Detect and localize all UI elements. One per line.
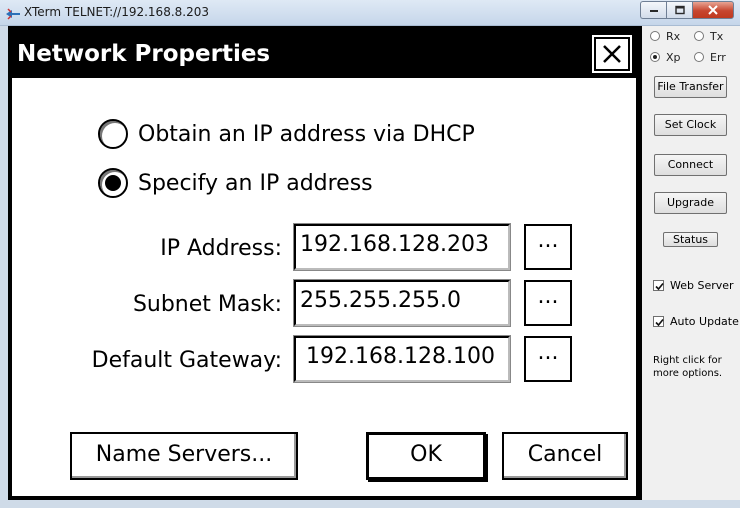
xp-radio[interactable] xyxy=(650,52,660,62)
set-clock-button[interactable]: Set Clock xyxy=(654,114,727,136)
subnet-mask-browse-button[interactable]: ... xyxy=(524,280,572,326)
default-gateway-browse-button[interactable]: ... xyxy=(524,336,572,382)
rx-label: Rx xyxy=(666,29,681,43)
ip-address-browse-button[interactable]: ... xyxy=(524,224,572,270)
ip-address-label: IP Address: xyxy=(160,236,282,261)
close-icon xyxy=(708,5,718,15)
window-close-button[interactable] xyxy=(692,1,734,19)
right-click-hint: Right click for more options. xyxy=(653,355,723,379)
window-titlebar[interactable]: XTerm TELNET://192.168.8.203 xyxy=(0,0,740,26)
xp-label: Xp xyxy=(666,50,681,64)
status-button[interactable]: Status xyxy=(663,232,718,247)
auto-update-checkbox[interactable] xyxy=(653,315,664,327)
tx-radio[interactable] xyxy=(694,31,704,41)
dhcp-option[interactable]: Obtain an IP address via DHCP xyxy=(98,117,475,151)
minimize-icon xyxy=(649,10,658,12)
rx-indicator[interactable]: Rx xyxy=(650,29,680,43)
tx-label: Tx xyxy=(710,29,724,43)
err-indicator[interactable]: Err xyxy=(694,50,726,64)
cancel-button[interactable]: Cancel xyxy=(502,432,628,480)
network-properties-dialog: Network Properties Obtain an IP address … xyxy=(10,28,638,498)
name-servers-button[interactable]: Name Servers... xyxy=(70,432,298,480)
web-server-checkbox[interactable] xyxy=(653,279,664,291)
xterm-app-icon[interactable] xyxy=(5,6,21,20)
dialog-close-button[interactable] xyxy=(592,35,632,73)
window-border-left xyxy=(0,26,8,508)
auto-update-option[interactable]: Auto Update xyxy=(653,314,739,328)
default-gateway-label: Default Gateway: xyxy=(91,348,282,373)
dialog-title: Network Properties xyxy=(17,41,271,67)
static-ip-radio[interactable] xyxy=(98,168,128,198)
maximize-button[interactable] xyxy=(666,1,692,19)
close-icon xyxy=(603,45,621,63)
dhcp-radio[interactable] xyxy=(98,119,128,149)
tx-indicator[interactable]: Tx xyxy=(694,29,723,43)
subnet-mask-label: Subnet Mask: xyxy=(132,292,282,317)
xp-indicator[interactable]: Xp xyxy=(650,50,681,64)
window-title: XTerm TELNET://192.168.8.203 xyxy=(24,5,209,19)
caption-buttons xyxy=(640,1,734,19)
web-server-label: Web Server xyxy=(670,278,734,292)
rx-radio[interactable] xyxy=(650,31,660,41)
minimize-button[interactable] xyxy=(640,1,666,19)
window-border-bottom xyxy=(0,500,740,508)
auto-update-label: Auto Update xyxy=(670,314,739,328)
web-server-option[interactable]: Web Server xyxy=(653,278,734,292)
dhcp-label: Obtain an IP address via DHCP xyxy=(138,121,475,147)
err-label: Err xyxy=(710,50,726,64)
terminal-screen[interactable]: Network Properties Obtain an IP address … xyxy=(8,26,642,500)
subnet-mask-input[interactable]: 255.255.255.0 xyxy=(293,279,511,327)
err-radio[interactable] xyxy=(694,52,704,62)
ip-address-input[interactable]: 192.168.128.203 xyxy=(293,223,511,271)
control-panel: Rx Tx Xp Err File Transfer Set Clock Con… xyxy=(642,26,740,500)
checkmark-icon xyxy=(655,318,664,326)
static-ip-label: Specify an IP address xyxy=(138,170,373,196)
checkmark-icon xyxy=(655,282,664,290)
file-transfer-button[interactable]: File Transfer xyxy=(654,76,727,98)
upgrade-button[interactable]: Upgrade xyxy=(654,192,727,214)
default-gateway-input[interactable]: 192.168.128.100 xyxy=(293,335,511,383)
dialog-titlebar: Network Properties xyxy=(12,30,636,78)
maximize-icon xyxy=(674,5,685,15)
connect-button[interactable]: Connect xyxy=(654,154,727,176)
ok-button[interactable]: OK xyxy=(366,432,486,480)
static-ip-option[interactable]: Specify an IP address xyxy=(98,166,373,200)
